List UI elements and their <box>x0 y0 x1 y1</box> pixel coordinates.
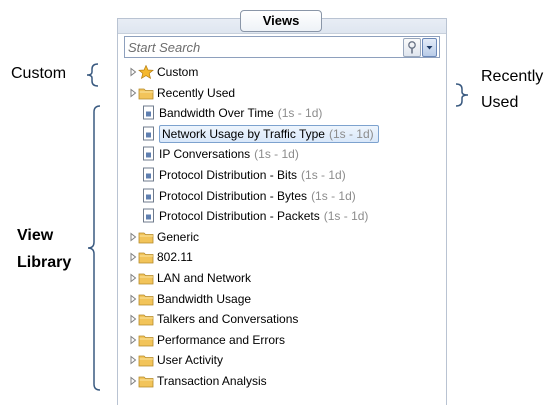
view-range: (1s - 1d) <box>277 106 323 121</box>
star-icon <box>138 65 154 79</box>
folder-icon <box>138 314 154 326</box>
folder-label: Transaction Analysis <box>157 374 267 388</box>
expand-arrow-icon[interactable] <box>128 88 138 98</box>
library-folder-item[interactable]: Transaction Analysis <box>128 372 267 390</box>
selected-view-label: Network Usage by Traffic Type (1s - 1d) <box>159 124 379 143</box>
folder-icon <box>138 88 154 99</box>
view-label: Protocol Distribution - Bits (1s - 1d) <box>159 166 346 184</box>
expand-arrow-icon[interactable] <box>128 294 138 304</box>
expand-arrow-icon[interactable] <box>128 335 138 345</box>
recent-view-item[interactable]: IP Conversations (1s - 1d) <box>142 145 299 163</box>
folder-icon <box>138 232 154 244</box>
library-folder-item[interactable]: Bandwidth Usage <box>128 290 251 308</box>
recent-view-item[interactable]: Protocol Distribution - Packets (1s - 1d) <box>142 207 368 225</box>
expand-arrow-icon[interactable] <box>128 314 138 324</box>
tree-node-label: Recently Used <box>157 85 236 100</box>
view-document-icon <box>143 105 154 120</box>
view-document-icon <box>143 146 154 161</box>
folder-label: Bandwidth Usage <box>157 291 252 306</box>
view-label: Protocol Distribution - Packets (1s - 1d) <box>159 207 368 225</box>
view-library-brace <box>87 105 101 391</box>
recent-view-item[interactable]: Protocol Distribution - Bytes (1s - 1d) <box>142 187 356 205</box>
tree-node-label: Custom <box>157 65 199 79</box>
view-name: Network Usage by Traffic Type <box>162 126 325 141</box>
view-document-icon <box>143 126 154 141</box>
recent-view-item[interactable]: Protocol Distribution - Bits (1s - 1d) <box>142 166 346 184</box>
view-library-annotation-line1: View <box>17 227 54 244</box>
tree-node-custom[interactable]: Custom <box>128 63 198 81</box>
folder-icon <box>138 335 154 347</box>
search-box <box>124 36 440 58</box>
view-library-annotation-line2: Library <box>17 254 72 271</box>
view-range: (1s - 1d) <box>254 147 299 162</box>
views-panel: Views Custom Recently Used Bandwidth Over … <box>117 10 447 405</box>
custom-brace <box>86 63 99 87</box>
chevron-down-icon <box>426 46 433 50</box>
expand-arrow-icon[interactable] <box>128 376 138 386</box>
view-name: Protocol Distribution - Bytes <box>159 188 308 203</box>
search-icon <box>408 41 416 54</box>
tree-node-recently-used[interactable]: Recently Used <box>128 84 235 102</box>
recently-used-annotation-line2: Used <box>481 94 519 111</box>
expand-arrow-icon[interactable] <box>128 67 138 77</box>
library-folder-item[interactable]: 802.11 <box>128 248 193 266</box>
folder-label: Talkers and Conversations <box>157 312 299 327</box>
view-document-icon <box>143 208 154 223</box>
recent-view-item[interactable]: Bandwidth Over Time (1s - 1d) <box>142 104 322 122</box>
expand-arrow-icon[interactable] <box>128 232 138 242</box>
folder-icon <box>138 252 154 264</box>
view-label: Bandwidth Over Time (1s - 1d) <box>159 104 322 122</box>
view-name: Protocol Distribution - Packets <box>159 209 320 224</box>
recently-used-annotation-line1: Recently <box>481 68 544 85</box>
view-label: IP Conversations (1s - 1d) <box>159 145 299 163</box>
view-name: Protocol Distribution - Bits <box>159 168 298 182</box>
view-document-icon <box>143 188 154 203</box>
view-document-icon <box>143 167 154 182</box>
custom-annotation: Custom <box>11 65 67 82</box>
search-button[interactable] <box>403 38 421 57</box>
view-range: (1s - 1d) <box>311 188 356 203</box>
view-range: (1s - 1d) <box>323 209 369 224</box>
expand-arrow-icon[interactable] <box>128 273 138 283</box>
folder-label: LAN and Network <box>157 271 252 285</box>
folder-label: 802.11 <box>157 250 193 265</box>
library-folder-item[interactable]: Generic <box>128 228 199 246</box>
expand-arrow-icon[interactable] <box>128 355 138 365</box>
folder-icon <box>138 273 154 285</box>
folder-icon <box>138 376 154 388</box>
folder-label: Performance and Errors <box>157 332 286 347</box>
expand-arrow-icon[interactable] <box>128 252 138 262</box>
view-range: (1s - 1d) <box>301 168 346 182</box>
folder-icon <box>138 294 154 305</box>
recently-used-brace <box>455 83 469 107</box>
library-folder-item[interactable]: Performance and Errors <box>128 331 285 349</box>
view-name: IP Conversations <box>159 147 251 162</box>
recent-view-item[interactable]: Network Usage by Traffic Type (1s - 1d) <box>142 124 379 143</box>
library-folder-item[interactable]: LAN and Network <box>128 269 251 287</box>
view-name: Bandwidth Over Time <box>159 106 274 121</box>
folder-label: Generic <box>157 229 200 244</box>
search-options-dropdown[interactable] <box>422 38 437 57</box>
folder-icon <box>138 355 154 367</box>
library-folder-item[interactable]: User Activity <box>128 351 223 369</box>
library-folder-item[interactable]: Talkers and Conversations <box>128 310 298 328</box>
view-range: (1s - 1d) <box>328 126 374 141</box>
folder-label: User Activity <box>157 353 224 368</box>
views-tab[interactable]: Views <box>240 10 322 32</box>
search-input[interactable] <box>128 37 393 57</box>
view-label: Protocol Distribution - Bytes (1s - 1d) <box>159 187 356 205</box>
